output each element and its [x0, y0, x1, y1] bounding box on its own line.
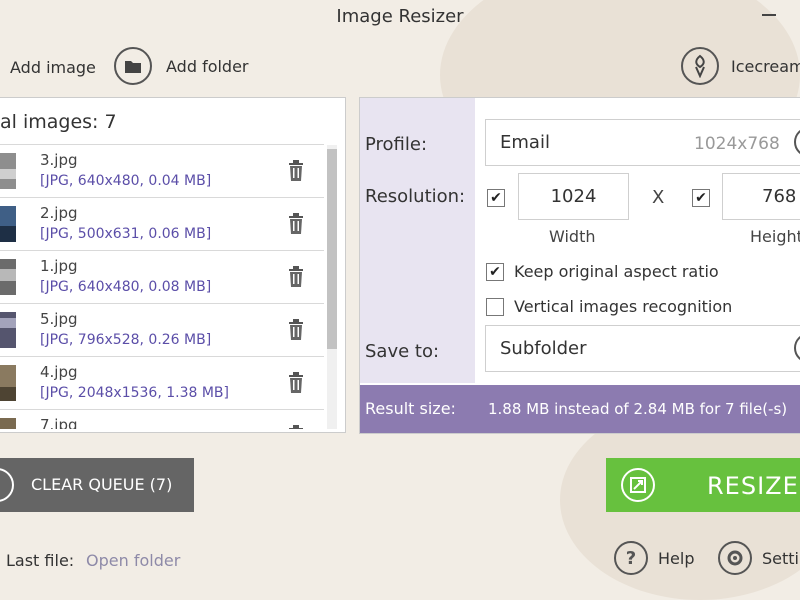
settings-button[interactable]: Setti [718, 541, 799, 575]
help-button[interactable]: ? Help [614, 541, 694, 575]
trash-icon[interactable] [287, 213, 305, 235]
clear-queue-label: CLEAR QUEUE (7) [31, 475, 173, 494]
icecream-logo-icon [681, 47, 719, 85]
height-caption: Height [750, 227, 800, 246]
keep-aspect-label: Keep original aspect ratio [514, 262, 719, 281]
profile-label: Profile: [365, 134, 428, 155]
add-image-label: Add image [10, 58, 96, 77]
clear-queue-button[interactable]: CLEAR QUEUE (7) [0, 458, 194, 512]
save-to-value: Subfolder [500, 338, 587, 359]
trash-icon[interactable] [287, 319, 305, 341]
width-value: 1024 [550, 186, 597, 207]
trash-icon[interactable] [287, 160, 305, 182]
list-item[interactable]: 4.jpg [JPG, 2048x1536, 1.38 MB] [0, 357, 324, 410]
image-thumbnail [0, 312, 16, 348]
save-to-select[interactable]: Subfolder [485, 325, 800, 372]
file-name: 4.jpg [40, 363, 78, 381]
trash-icon[interactable] [287, 372, 305, 394]
image-thumbnail [0, 259, 16, 295]
file-name: 1.jpg [40, 257, 78, 275]
result-size-value: 1.88 MB instead of 2.84 MB for 7 file(-s… [488, 400, 788, 418]
list-item[interactable]: 5.jpg [JPG, 796x528, 0.26 MB] [0, 304, 324, 357]
file-name: 5.jpg [40, 310, 78, 328]
resize-label: RESIZE [707, 472, 799, 500]
profile-select[interactable]: Email 1024x768 [485, 119, 800, 166]
clear-icon [0, 468, 14, 502]
help-label: Help [658, 548, 695, 568]
window-title: Image Resizer [336, 6, 464, 27]
keep-aspect-checkbox[interactable]: ✔ [486, 263, 504, 281]
queue-scrollbar[interactable] [327, 145, 337, 429]
list-item[interactable]: 2.jpg [JPG, 500x631, 0.06 MB] [0, 198, 324, 251]
width-input[interactable]: 1024 [518, 173, 629, 220]
resolution-label: Resolution: [365, 186, 466, 207]
minimize-button[interactable] [760, 6, 776, 20]
last-file-label: Last file: [6, 551, 75, 570]
resize-icon [621, 468, 655, 502]
result-size-label: Result size: [365, 399, 456, 418]
brand-label: Icecream [731, 56, 800, 76]
gear-icon [718, 541, 752, 575]
file-name: 2.jpg [40, 204, 78, 222]
save-to-label: Save to: [365, 341, 440, 362]
folder-icon [114, 47, 152, 85]
profile-hint: 1024x768 [694, 134, 780, 154]
file-list[interactable]: 3.jpg [JPG, 640x480, 0.04 MB] 2.jpg [JPG… [0, 144, 324, 429]
list-item[interactable]: 3.jpg [JPG, 640x480, 0.04 MB] [0, 144, 324, 198]
add-image-button[interactable]: Add image [10, 58, 96, 77]
queue-title: al images: 7 [0, 111, 117, 133]
image-thumbnail [0, 206, 16, 242]
list-item[interactable]: 7.jpg [0, 410, 324, 429]
chevron-down-icon [794, 333, 800, 363]
file-info: [JPG, 2048x1536, 1.38 MB] [40, 385, 229, 401]
settings-panel: Profile: Resolution: Save to: Email 1024… [359, 97, 800, 434]
file-info: [JPG, 500x631, 0.06 MB] [40, 226, 212, 242]
file-name: 3.jpg [40, 151, 78, 169]
width-caption: Width [549, 227, 596, 246]
image-thumbnail [0, 365, 16, 401]
height-input[interactable]: 768 [722, 173, 800, 220]
image-thumbnail [0, 418, 16, 429]
vertical-recognition-checkbox[interactable] [486, 298, 504, 316]
list-item[interactable]: 1.jpg [JPG, 640x480, 0.08 MB] [0, 251, 324, 304]
file-info: [JPG, 640x480, 0.04 MB] [40, 173, 212, 189]
file-name: 7.jpg [40, 416, 78, 429]
result-size-bar: Result size: 1.88 MB instead of 2.84 MB … [360, 385, 800, 433]
vertical-recognition-label: Vertical images recognition [514, 297, 733, 316]
trash-icon[interactable] [287, 266, 305, 288]
help-icon: ? [614, 541, 648, 575]
add-folder-button[interactable]: Add folder [114, 47, 249, 85]
file-info: [JPG, 640x480, 0.08 MB] [40, 279, 212, 295]
image-queue-panel: al images: 7 3.jpg [JPG, 640x480, 0.04 M… [0, 97, 346, 433]
scrollbar-thumb[interactable] [327, 149, 337, 349]
add-folder-label: Add folder [166, 56, 249, 76]
open-folder-link[interactable]: Open folder [86, 551, 180, 570]
chevron-down-icon [794, 127, 800, 157]
trash-icon[interactable] [287, 425, 305, 429]
dimension-separator: X [652, 187, 665, 208]
file-info: [JPG, 796x528, 0.26 MB] [40, 332, 212, 348]
resize-button[interactable]: RESIZE [606, 458, 800, 512]
height-checkbox[interactable]: ✔ [692, 189, 710, 207]
image-thumbnail [0, 153, 16, 189]
height-value: 768 [762, 186, 797, 207]
width-checkbox[interactable]: ✔ [487, 189, 505, 207]
brand-link[interactable]: Icecream [681, 47, 800, 85]
profile-value: Email [500, 132, 550, 153]
settings-label: Setti [762, 548, 799, 568]
